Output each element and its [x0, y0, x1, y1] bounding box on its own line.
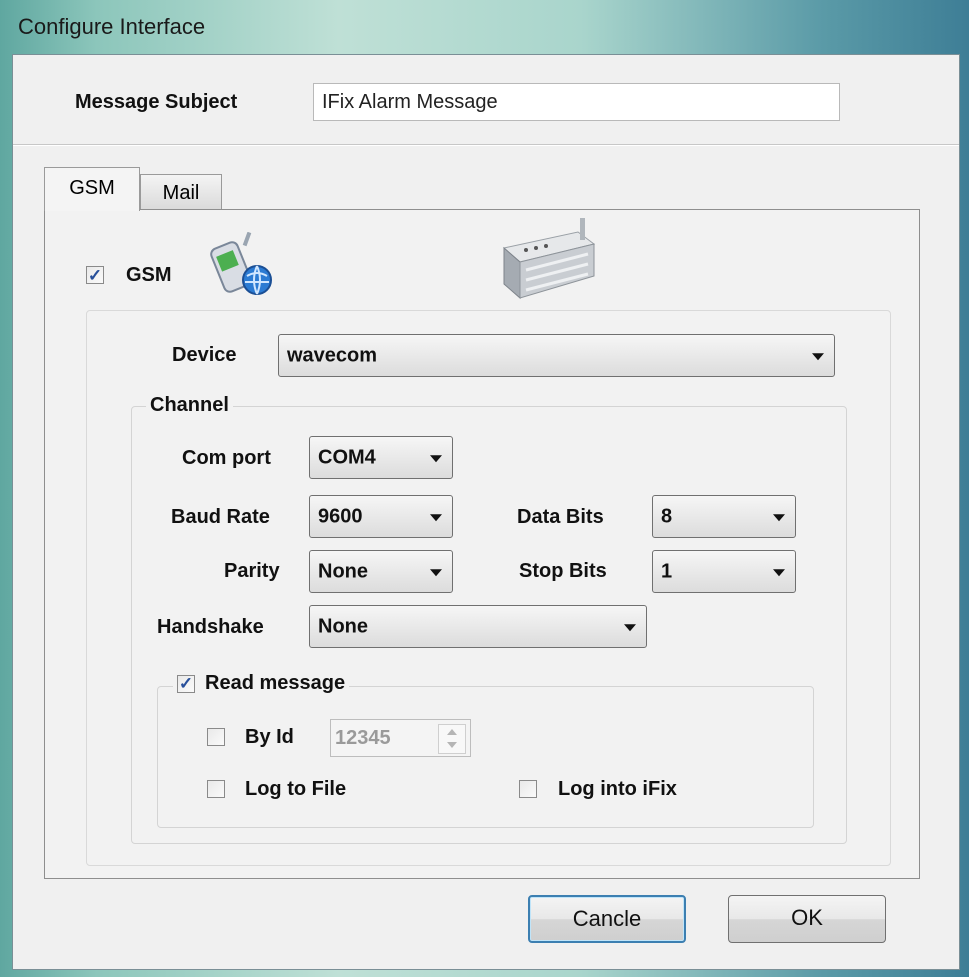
- chevron-down-icon: [430, 454, 442, 462]
- log-into-ifix-label: Log into iFix: [558, 778, 677, 800]
- gsm-enable-checkbox[interactable]: ✓: [86, 266, 104, 284]
- baud-rate-value: 9600: [318, 505, 363, 527]
- message-subject-label: Message Subject: [75, 91, 238, 113]
- device-select-value: wavecom: [287, 344, 378, 366]
- window-title: Configure Interface: [18, 14, 206, 39]
- chevron-down-icon: [624, 623, 636, 631]
- gsm-modem-icon: [502, 218, 596, 300]
- separator: [13, 144, 959, 146]
- data-bits-label: Data Bits: [517, 506, 604, 528]
- gsm-tab-panel: ✓ GSM Device wavecom Channel Com port CO…: [44, 209, 920, 879]
- parity-select[interactable]: None: [309, 550, 453, 593]
- tab-mail[interactable]: Mail: [140, 174, 222, 210]
- spin-down-icon[interactable]: [447, 742, 457, 748]
- read-message-group: [157, 686, 814, 828]
- chevron-down-icon: [773, 513, 785, 521]
- handshake-value: None: [318, 615, 368, 637]
- mobile-phone-globe-icon: [210, 232, 272, 295]
- com-port-select[interactable]: COM4: [309, 436, 453, 479]
- ok-button[interactable]: OK: [728, 895, 886, 943]
- by-id-checkbox[interactable]: [207, 728, 225, 746]
- device-select[interactable]: wavecom: [278, 334, 835, 377]
- by-id-label: By Id: [245, 726, 294, 748]
- handshake-select[interactable]: None: [309, 605, 647, 648]
- tab-gsm[interactable]: GSM: [44, 167, 140, 211]
- com-port-value: COM4: [318, 446, 376, 468]
- by-id-value: 12345: [335, 727, 391, 749]
- spin-up-icon[interactable]: [447, 729, 457, 735]
- stop-bits-value: 1: [661, 560, 673, 582]
- chevron-down-icon: [773, 568, 785, 576]
- log-to-file-label: Log to File: [245, 778, 347, 800]
- cancel-button[interactable]: Cancle: [528, 895, 686, 943]
- channel-title: Channel: [146, 394, 233, 417]
- parity-value: None: [318, 560, 368, 582]
- baud-rate-label: Baud Rate: [171, 506, 270, 528]
- read-message-label: Read message: [205, 672, 346, 694]
- baud-rate-select[interactable]: 9600: [309, 495, 453, 538]
- stop-bits-select[interactable]: 1: [652, 550, 796, 593]
- dialog-client-area: Message Subject IFix Alarm Message GSM M…: [12, 54, 960, 970]
- chevron-down-icon: [430, 568, 442, 576]
- read-message-checkbox[interactable]: ✓: [177, 674, 195, 693]
- data-bits-select[interactable]: 8: [652, 495, 796, 538]
- spin-buttons[interactable]: [438, 724, 466, 754]
- gsm-enable-label: GSM: [126, 264, 172, 286]
- parity-label: Parity: [224, 560, 280, 582]
- log-into-ifix-checkbox[interactable]: [519, 780, 537, 798]
- log-to-file-checkbox[interactable]: [207, 780, 225, 798]
- device-label: Device: [172, 344, 237, 366]
- read-message-header: ✓ Read message: [173, 672, 350, 695]
- data-bits-value: 8: [661, 505, 673, 527]
- chevron-down-icon: [430, 513, 442, 521]
- stop-bits-label: Stop Bits: [519, 560, 607, 582]
- message-subject-input[interactable]: IFix Alarm Message: [313, 83, 840, 121]
- com-port-label: Com port: [182, 447, 271, 469]
- window-frame: Configure Interface Message Subject IFix…: [0, 0, 969, 977]
- by-id-spin-input[interactable]: 12345: [330, 719, 471, 757]
- chevron-down-icon: [812, 352, 824, 360]
- handshake-label: Handshake: [157, 616, 264, 638]
